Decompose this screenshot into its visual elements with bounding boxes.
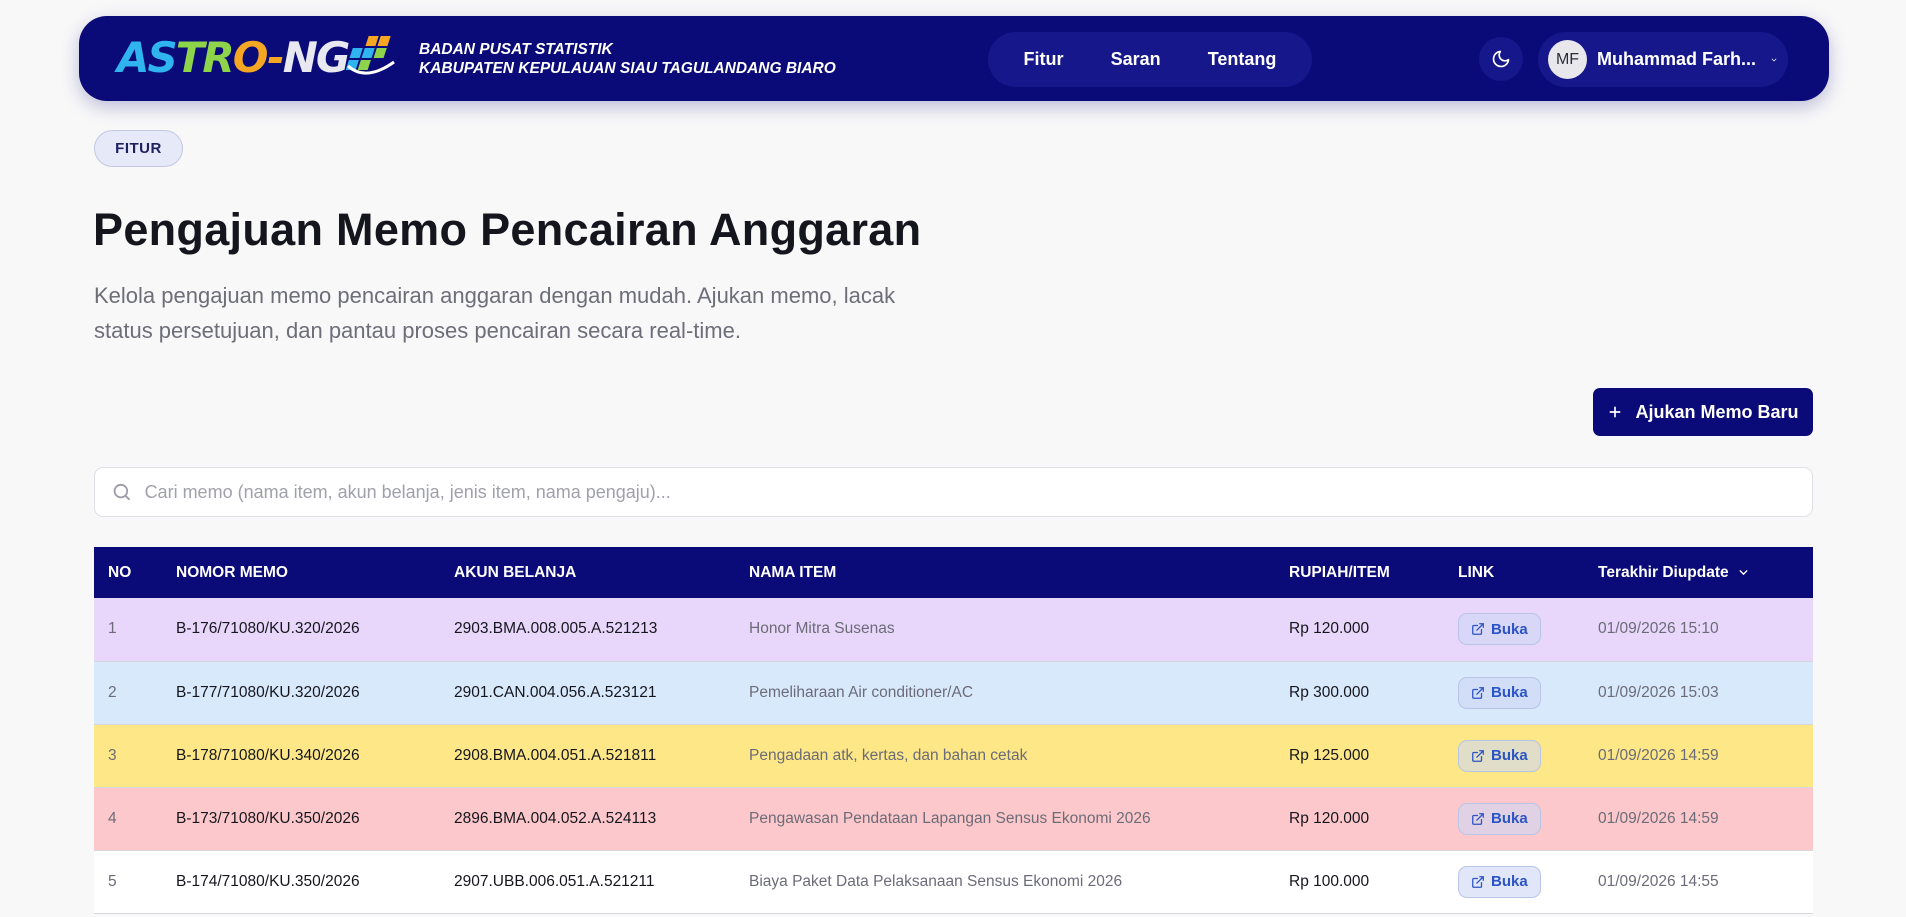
open-link-label: Buka [1491, 810, 1528, 827]
cell-no: 4 [108, 809, 117, 827]
cell-nama-item: Biaya Paket Data Pelaksanaan Sensus Ekon… [749, 872, 1123, 890]
cell-nama-item: Pengadaan atk, kertas, dan bahan cetak [749, 746, 1028, 764]
cell-akun-belanja: 2907.UBB.006.051.A.521211 [454, 872, 655, 890]
external-link-icon [1472, 749, 1484, 762]
cell-last-updated: 01/09/2026 15:10 [1598, 620, 1719, 638]
cell-last-updated: 01/09/2026 14:55 [1598, 872, 1719, 890]
cell-no: 3 [108, 746, 117, 764]
chevron-down-icon [1739, 570, 1748, 575]
open-link-button[interactable]: Buka [1458, 865, 1541, 898]
cell-last-updated: 01/09/2026 15:03 [1598, 683, 1719, 701]
cell-nomor-memo: B-174/71080/KU.350/2026 [176, 872, 360, 890]
external-link-icon [1472, 686, 1484, 699]
theme-toggle-button[interactable] [1479, 37, 1523, 81]
external-link-icon [1472, 875, 1484, 888]
open-link-button[interactable]: Buka [1458, 802, 1541, 835]
open-link-label: Buka [1491, 747, 1528, 764]
nav-link-saran[interactable]: Saran [1097, 43, 1175, 76]
nav-link-tentang[interactable]: Tentang [1194, 43, 1291, 76]
chevron-down-icon [1771, 58, 1777, 61]
page-description: Kelola pengajuan memo pencairan anggaran… [94, 283, 896, 343]
cell-nomor-memo: B-176/71080/KU.320/2026 [176, 620, 360, 638]
astro-ng-logo[interactable]: AS TR O- NG [117, 34, 350, 82]
cell-nomor-memo: B-173/71080/KU.350/2026 [176, 809, 360, 827]
table-row: 2 B-177/71080/KU.320/2026 2901.CAN.004.0… [94, 661, 1813, 724]
cell-akun-belanja: 2903.BMA.008.005.A.521213 [454, 620, 658, 638]
cell-no: 5 [108, 872, 117, 890]
cell-rupiah: Rp 100.000 [1289, 872, 1370, 890]
cell-last-updated: 01/09/2026 14:59 [1598, 809, 1719, 827]
user-menu[interactable]: MF Muhammad Farh... [1538, 32, 1788, 87]
new-memo-button[interactable]: Ajukan Memo Baru [1593, 388, 1813, 436]
open-link-label: Buka [1491, 684, 1528, 701]
external-link-icon [1472, 623, 1484, 636]
bps-logo-icon [345, 36, 395, 75]
cell-akun-belanja: 2901.CAN.004.056.A.523121 [454, 683, 657, 701]
cell-rupiah: Rp 120.000 [1289, 620, 1370, 638]
col-header-no: NO [108, 563, 132, 581]
cell-nomor-memo: B-178/71080/KU.340/2026 [176, 746, 360, 764]
col-header-rupiah-item: RUPIAH/ITEM [1289, 563, 1390, 581]
org-name-line2: KABUPATEN KEPULAUAN SIAU TAGULANDANG BIA… [419, 60, 836, 77]
col-header-nama-item: NAMA ITEM [749, 563, 837, 581]
cell-no: 1 [108, 620, 117, 638]
organization-name: BADAN PUSAT STATISTIK KABUPATEN KEPULAUA… [419, 40, 836, 78]
table-row: 4 B-173/71080/KU.350/2026 2896.BMA.004.0… [94, 787, 1813, 850]
new-memo-button-label: Ajukan Memo Baru [1635, 401, 1799, 422]
cell-nama-item: Pengawasan Pendataan Lapangan Sensus Eko… [749, 809, 1151, 827]
cell-rupiah: Rp 300.000 [1289, 683, 1370, 701]
cell-link: Buka [1444, 724, 1584, 787]
nav-link-fitur[interactable]: Fitur [1010, 43, 1078, 76]
table-header-row: NO NOMOR MEMO AKUN BELANJA NAMA ITEM RUP… [94, 547, 1813, 598]
moon-icon [1492, 50, 1510, 68]
org-name-line1: BADAN PUSAT STATISTIK [419, 41, 613, 58]
search-input[interactable] [144, 481, 1812, 503]
avatar: MF [1548, 40, 1587, 79]
main-nav: Fitur Saran Tentang [988, 32, 1312, 87]
open-link-button[interactable]: Buka [1458, 613, 1541, 646]
cell-link: Buka [1444, 850, 1584, 913]
section-badge: FITUR [94, 130, 183, 167]
open-link-button[interactable]: Buka [1458, 676, 1541, 709]
col-header-akun-belanja: AKUN BELANJA [454, 563, 577, 581]
cell-no: 2 [108, 683, 117, 701]
cell-link: Buka [1444, 661, 1584, 724]
memo-table: NO NOMOR MEMO AKUN BELANJA NAMA ITEM RUP… [94, 547, 1813, 914]
search-icon [113, 483, 130, 501]
plus-icon [1609, 406, 1621, 418]
cell-nama-item: Pemeliharaan Air conditioner/AC [749, 683, 974, 701]
col-header-nomor-memo: NOMOR MEMO [176, 563, 288, 581]
col-header-last-updated[interactable]: Terakhir Diupdate [1584, 547, 1813, 598]
user-name: Muhammad Farh... [1597, 49, 1757, 69]
table-row: 3 B-178/71080/KU.340/2026 2908.BMA.004.0… [94, 724, 1813, 787]
cell-nomor-memo: B-177/71080/KU.320/2026 [176, 683, 360, 701]
top-navbar: AS TR O- NG BADAN PUSAT STATISTIK KABUPATEN… [79, 16, 1829, 101]
cell-link: Buka [1444, 598, 1584, 661]
col-header-last-updated-label: Terakhir Diupdate [1598, 563, 1729, 581]
page-title: Pengajuan Memo Pencairan Anggaran [93, 204, 922, 255]
open-link-button[interactable]: Buka [1458, 739, 1541, 772]
cell-nama-item: Honor Mitra Susenas [749, 620, 895, 638]
search-bar [94, 467, 1813, 517]
cell-rupiah: Rp 120.000 [1289, 809, 1370, 827]
open-link-label: Buka [1491, 873, 1528, 890]
open-link-label: Buka [1491, 620, 1528, 638]
table-row: 1 B-176/71080/KU.320/2026 2903.BMA.008.0… [94, 598, 1813, 661]
external-link-icon [1472, 812, 1484, 825]
col-header-link: LINK [1458, 563, 1495, 581]
cell-akun-belanja: 2908.BMA.004.051.A.521811 [454, 746, 657, 764]
cell-akun-belanja: 2896.BMA.004.052.A.524113 [454, 809, 657, 827]
cell-last-updated: 01/09/2026 14:59 [1598, 746, 1719, 764]
cell-link: Buka [1444, 787, 1584, 850]
table-row: 5 B-174/71080/KU.350/2026 2907.UBB.006.0… [94, 850, 1813, 913]
cell-rupiah: Rp 125.000 [1289, 746, 1370, 764]
